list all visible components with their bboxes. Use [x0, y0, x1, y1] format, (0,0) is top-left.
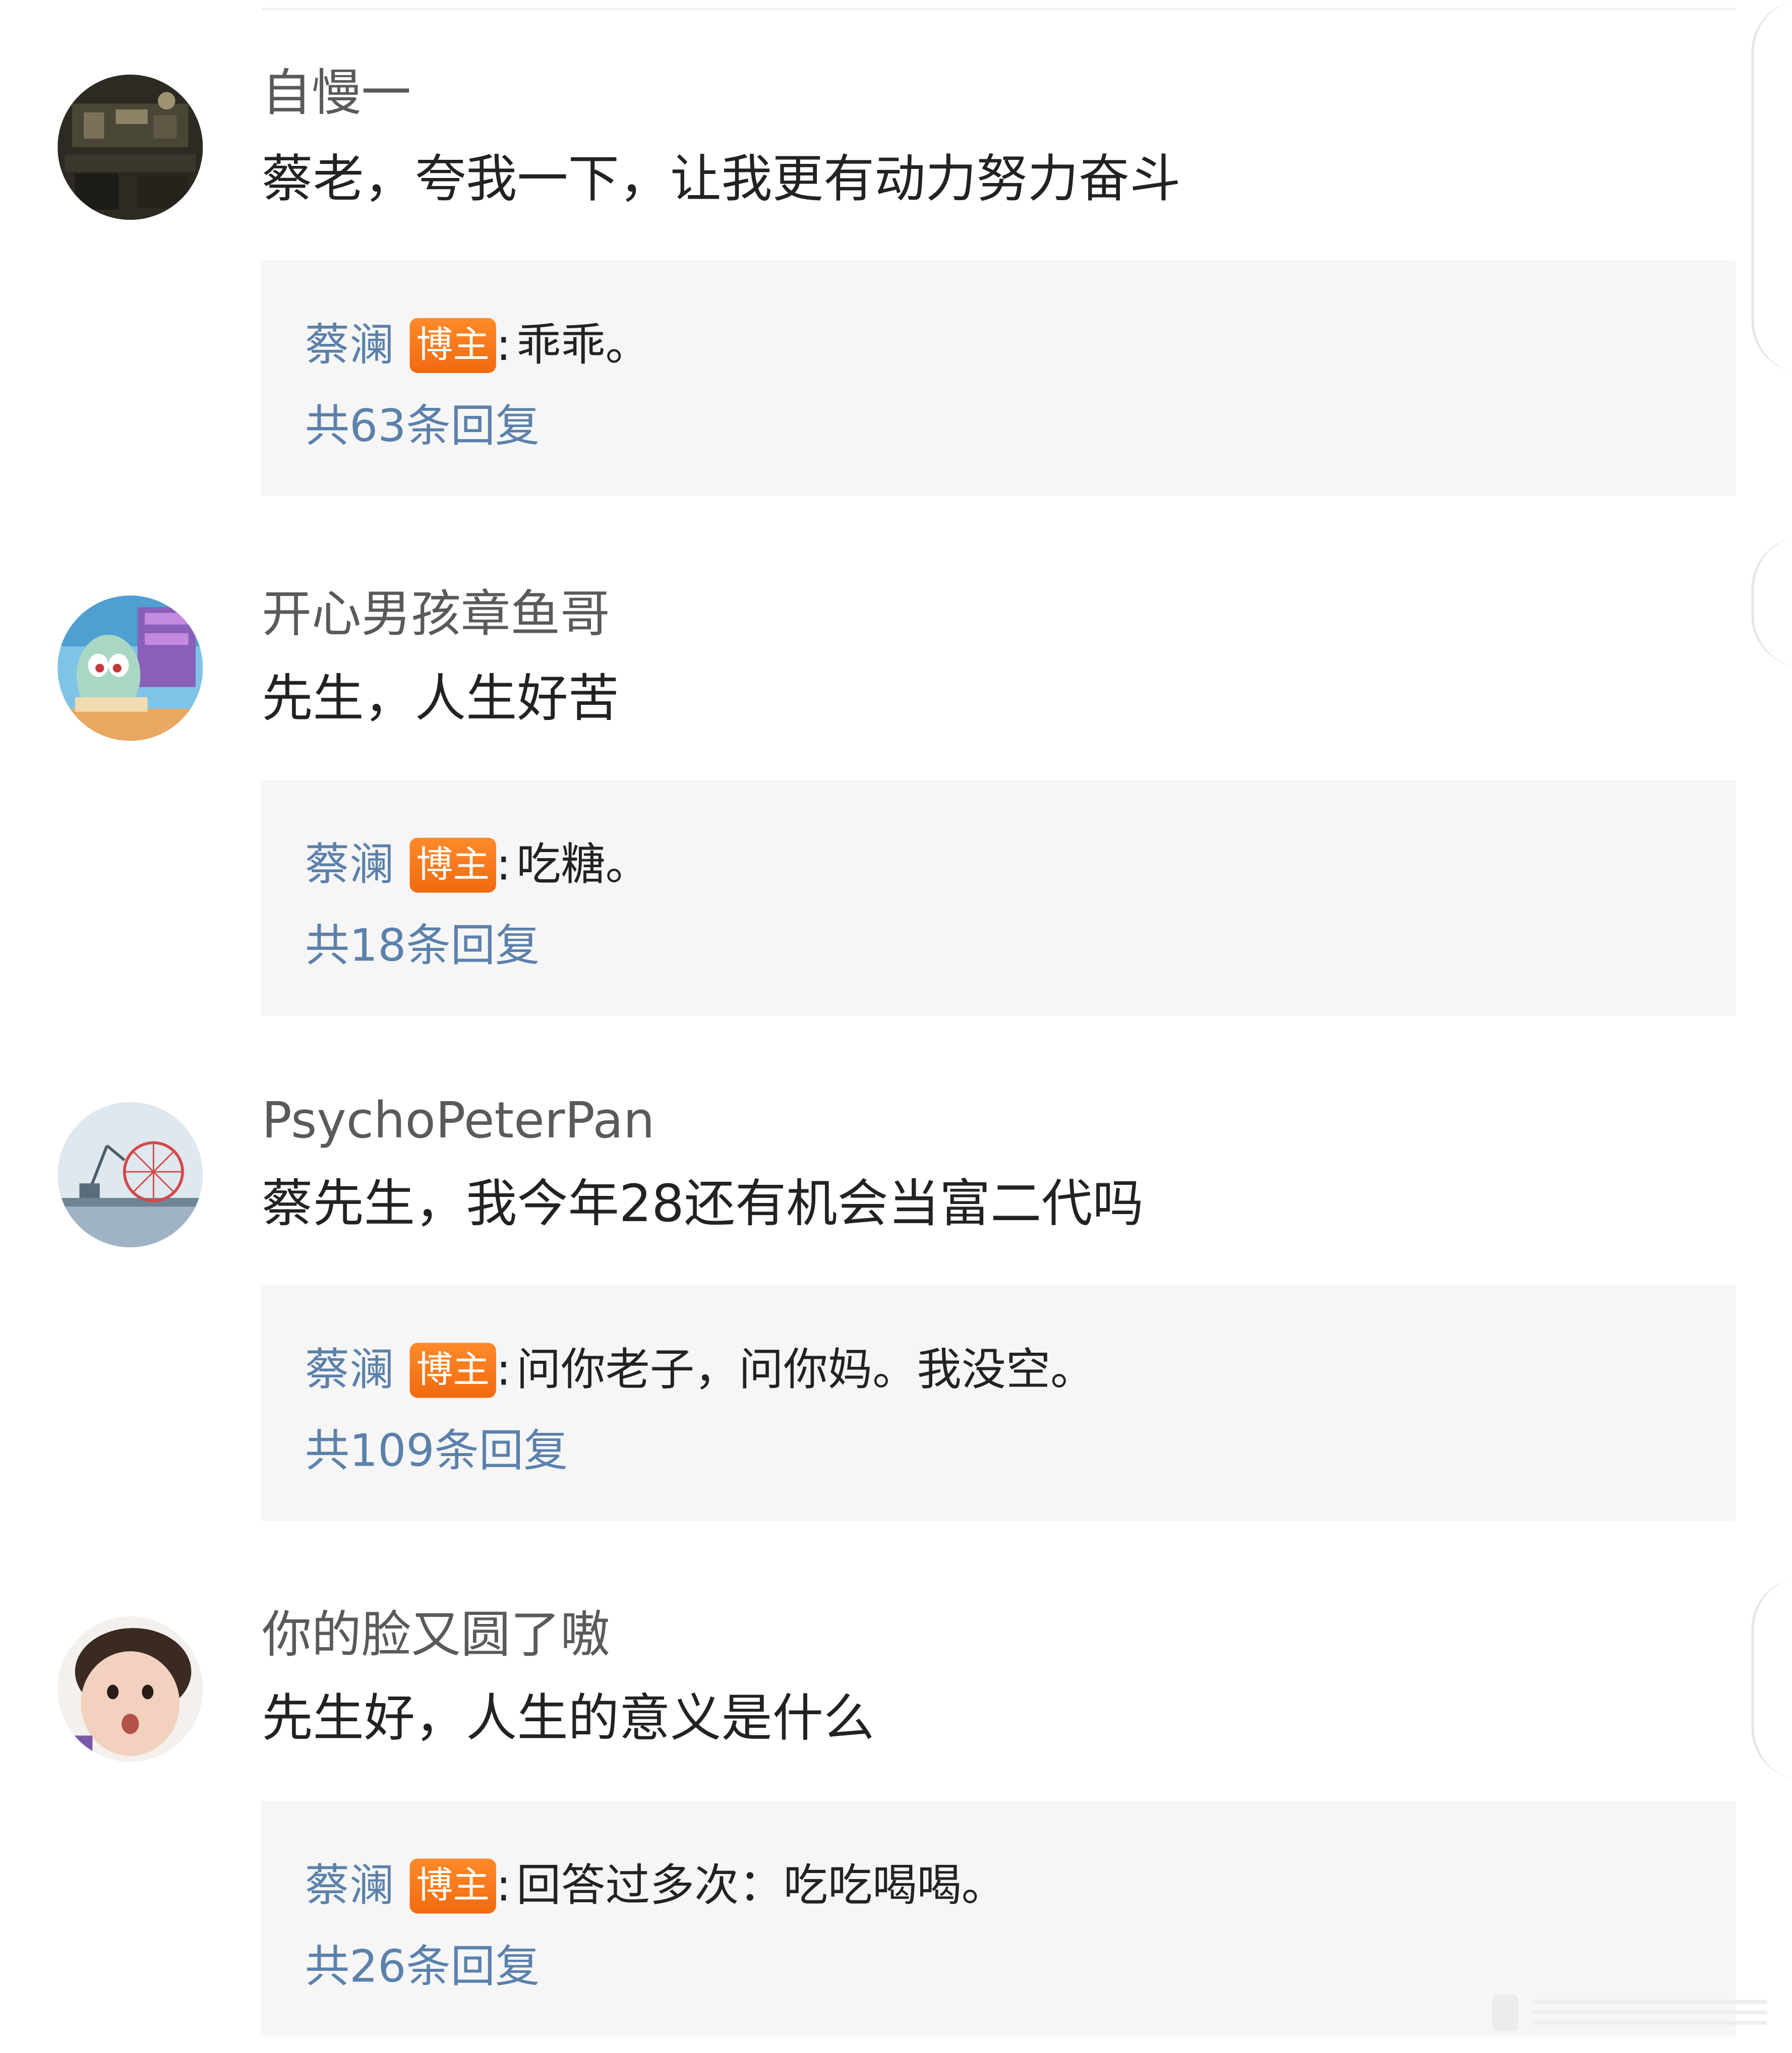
comment-list-screen: 自慢一 蔡老，夸我一下，让我更有动力努力奋斗 蔡澜 博主 : 乖乖。 共63条回…	[0, 0, 1792, 2046]
reply-line: 蔡澜 博主 : 回答过多次：吃吃喝喝。	[305, 1856, 1006, 1916]
reply-count-link[interactable]: 共18条回复	[305, 916, 540, 976]
blogger-badge: 博主	[409, 1858, 496, 1914]
avatar[interactable]	[57, 74, 203, 220]
reply-author[interactable]: 蔡澜	[305, 316, 394, 376]
comment-text: 先生好，人生的意义是什么	[262, 1689, 875, 1749]
reply-preview[interactable]: 蔡澜 博主 : 吃糖。 共18条回复	[260, 780, 1736, 1016]
reply-count-link[interactable]: 共26条回复	[305, 1937, 540, 1997]
comment-text: 先生，人生好苦	[262, 670, 619, 729]
reply-colon: :	[496, 1859, 511, 1912]
reply-text: 问你老子，问你妈。我没空。	[516, 1344, 1095, 1397]
reply-preview[interactable]: 蔡澜 博主 : 乖乖。 共63条回复	[260, 260, 1736, 496]
avatar[interactable]	[57, 595, 203, 741]
dark-room-photo-icon	[57, 74, 203, 220]
divider	[262, 8, 1736, 11]
username[interactable]: 你的脸又圆了嗷	[262, 1606, 610, 1665]
blogger-badge: 博主	[409, 318, 496, 373]
watermark-lines-icon	[1492, 1995, 1767, 2031]
blogger-badge: 博主	[409, 837, 496, 893]
reply-text: 乖乖。	[516, 319, 650, 372]
edge-panel	[1751, 0, 1792, 373]
username[interactable]: PsychoPeterPan	[262, 1092, 654, 1151]
reply-count-link[interactable]: 共109条回复	[305, 1421, 568, 1481]
blogger-badge: 博主	[409, 1343, 496, 1398]
edge-panel	[1751, 1577, 1792, 1780]
reply-count-link[interactable]: 共63条回复	[305, 397, 540, 457]
comment-text: 蔡老，夸我一下，让我更有动力努力奋斗	[262, 150, 1181, 210]
reply-text: 回答过多次：吃吃喝喝。	[516, 1859, 1006, 1912]
avatar[interactable]	[57, 1616, 203, 1762]
reply-line: 蔡澜 博主 : 吃糖。	[305, 835, 650, 895]
reply-colon: :	[496, 1344, 511, 1397]
ferris-wheel-harbor-icon	[57, 1102, 203, 1247]
username[interactable]: 自慢一	[262, 64, 411, 124]
reply-author[interactable]: 蔡澜	[305, 1856, 394, 1916]
child-face-photo-icon	[57, 1616, 203, 1762]
edge-panel	[1751, 536, 1792, 668]
avatar[interactable]	[57, 1102, 203, 1247]
cartoon-squid-character-icon	[57, 595, 203, 741]
reply-author[interactable]: 蔡澜	[305, 1340, 394, 1400]
username[interactable]: 开心男孩章鱼哥	[262, 585, 610, 644]
reply-line: 蔡澜 博主 : 乖乖。	[305, 316, 650, 376]
reply-colon: :	[496, 319, 511, 372]
reply-author[interactable]: 蔡澜	[305, 835, 394, 895]
comment-text: 蔡先生，我今年28还有机会当富二代吗	[262, 1175, 1144, 1235]
reply-line: 蔡澜 博主 : 问你老子，问你妈。我没空。	[305, 1340, 1095, 1400]
reply-text: 吃糖。	[516, 839, 650, 891]
reply-preview[interactable]: 蔡澜 博主 : 问你老子，问你妈。我没空。 共109条回复	[260, 1285, 1736, 1521]
reply-colon: :	[496, 839, 511, 891]
